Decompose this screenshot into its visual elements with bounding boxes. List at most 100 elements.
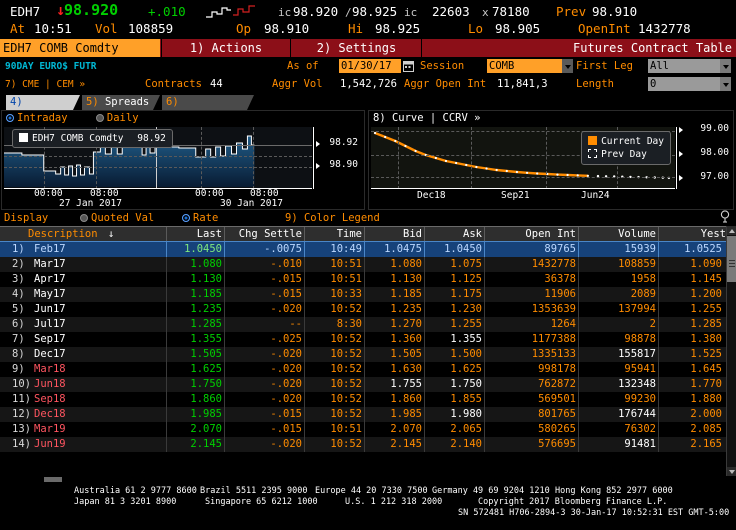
rate-label[interactable]: Rate: [193, 212, 218, 224]
scrollbar-thumb[interactable]: [727, 236, 736, 282]
column-divider: [224, 422, 225, 437]
quoted-val-radio[interactable]: [80, 213, 88, 222]
column-divider: [224, 377, 225, 392]
intraday-label[interactable]: Intraday: [17, 112, 68, 124]
tab-spreads[interactable]: 5) Spreads: [82, 95, 160, 110]
cell-description[interactable]: Feb17: [34, 242, 66, 257]
cell-description[interactable]: Dec18: [34, 407, 66, 422]
length-chevron-down-icon[interactable]: [720, 77, 731, 91]
col-header-yest-settle[interactable]: Yest Settle: [660, 227, 726, 255]
cell-bid: 1.630: [390, 363, 422, 375]
column-divider: [364, 377, 365, 392]
cell-description[interactable]: Sep18: [34, 392, 66, 407]
table-row[interactable]: 13) Mar19 2.070 -.015 10:51 2.070 2.065 580265 7…: [0, 422, 736, 437]
session-select[interactable]: COMB: [487, 59, 562, 73]
exchange-link[interactable]: 7) CME | CEM »: [5, 77, 85, 92]
quoted-val-label[interactable]: Quoted Val: [91, 212, 154, 224]
curve-title-row[interactable]: 8) Curve | CCRV »: [369, 111, 733, 125]
column-divider: [578, 302, 579, 317]
magnifier-icon[interactable]: [720, 210, 732, 223]
horizontal-scrollbar[interactable]: [0, 476, 736, 483]
cell-description[interactable]: May17: [34, 287, 66, 302]
calendar-icon[interactable]: [403, 59, 414, 73]
table-row[interactable]: 12) Dec18 1.985 -.015 10:52 1.985 1.980 801765 1…: [0, 407, 736, 422]
first-leg-select[interactable]: All: [648, 59, 720, 73]
actions-button[interactable]: 1) Actions: [161, 39, 291, 57]
table-row[interactable]: 11) Sep18 1.860 -.020 10:52 1.860 1.855 569501 9…: [0, 392, 736, 407]
cell-description[interactable]: Mar19: [34, 422, 66, 437]
table-row[interactable]: 6) Jul17 1.285 -- 8:30 1.270 1.255 1264 2 1.285: [0, 317, 736, 332]
intraday-radio[interactable]: [6, 113, 14, 122]
cell-description[interactable]: Apr17: [34, 272, 66, 287]
table-row[interactable]: 10) Jun18 1.750 -.020 10:52 1.755 1.750 762872 1…: [0, 377, 736, 392]
rate-radio[interactable]: [182, 213, 190, 222]
cell-description[interactable]: Mar17: [34, 257, 66, 272]
futures-contract-table: Description ↓ Last Chg Settle Time Bid A…: [0, 226, 736, 476]
session-chevron-down-icon[interactable]: [562, 59, 573, 73]
daily-radio[interactable]: [95, 113, 104, 122]
col-header-bid[interactable]: Bid: [366, 227, 422, 242]
cell-bid: 1.130: [390, 273, 422, 285]
table-row[interactable]: 9) Mar18 1.625 -.020 10:52 1.630 1.625 998178 95…: [0, 362, 736, 377]
table-row[interactable]: 7) Sep17 1.355 -.025 10:52 1.360 1.355 1177388 9…: [0, 332, 736, 347]
table-row[interactable]: 2) Mar17 1.080 -.010 10:51 1.080 1.075 1432778 1…: [0, 257, 736, 272]
cell-description[interactable]: Sep17: [34, 332, 66, 347]
first-leg-chevron-down-icon[interactable]: [720, 59, 731, 73]
cell-description[interactable]: Jul17: [34, 317, 66, 332]
col-header-open-int[interactable]: Open Int: [486, 227, 576, 242]
daily-label[interactable]: Daily: [107, 112, 139, 124]
footer-australia: Australia 61 2 9777 8600: [74, 486, 197, 496]
column-divider: [578, 257, 579, 272]
cell-oi: 1177388: [531, 333, 576, 345]
column-divider: [224, 437, 225, 452]
curve-title[interactable]: 8) Curve | CCRV »: [373, 112, 480, 124]
col-header-time[interactable]: Time: [306, 227, 362, 242]
col-header-volume[interactable]: Volume: [580, 227, 656, 242]
cell-description[interactable]: Jun18: [34, 377, 66, 392]
tab-bar: 4) Futures 5) Spreads 6) Strategies: [0, 95, 736, 110]
cell-description[interactable]: Jun17: [34, 302, 66, 317]
scroll-up-icon[interactable]: [727, 226, 736, 235]
color-legend-link[interactable]: 9) Color Legend: [285, 210, 380, 226]
row-number: 11): [12, 393, 31, 405]
hscrollbar-thumb[interactable]: [44, 477, 62, 482]
cell-oi: 1353639: [531, 303, 576, 315]
cell-ask: 1.855: [450, 393, 482, 405]
ticker-input[interactable]: EDH7 COMB Comdty: [0, 39, 160, 57]
display-label: Display: [4, 212, 49, 224]
table-row[interactable]: 3) Apr17 1.130 -.015 10:51 1.130 1.125 36378 195…: [0, 272, 736, 287]
cell-description[interactable]: Jun19: [34, 437, 66, 452]
settings-button[interactable]: 2) Settings: [292, 39, 422, 57]
sort-descending-icon[interactable]: ↓: [108, 227, 114, 242]
tab-strategies[interactable]: 6) Strategies: [162, 95, 254, 110]
col-header-ask[interactable]: Ask: [426, 227, 482, 242]
col-header-chg-settle[interactable]: Chg Settle: [226, 227, 302, 242]
table-row[interactable]: 4) May17 1.185 -.015 10:33 1.185 1.175 11906 208…: [0, 287, 736, 302]
quoted-val-option[interactable]: Quoted Val: [76, 210, 154, 226]
cell-oi: 1432778: [531, 258, 576, 270]
cell-oi: 36378: [544, 273, 576, 285]
column-divider: [578, 287, 579, 302]
table-row[interactable]: 14) Jun19 2.145 -.020 10:52 2.145 2.140 576695 9…: [0, 437, 736, 452]
length-input[interactable]: 0: [648, 77, 720, 91]
cell-description[interactable]: Mar18: [34, 362, 66, 377]
col-header-description[interactable]: Description: [28, 227, 98, 242]
as-of-input[interactable]: 01/30/17: [339, 59, 401, 73]
cell-bid: 1.755: [390, 378, 422, 390]
cell-yest: 1.200: [690, 288, 722, 300]
rate-option[interactable]: Rate: [178, 210, 218, 226]
table-row[interactable]: 8) Dec17 1.505 -.020 10:52 1.505 1.500 1335133 1…: [0, 347, 736, 362]
cell-vol: 15939: [624, 243, 656, 255]
curve-chart-panel[interactable]: 8) Curve | CCRV » 99.00 98.00 97.00 Dec1…: [368, 110, 734, 210]
table-row[interactable]: 5) Jun17 1.235 -.020 10:52 1.235 1.230 1353639 1…: [0, 302, 736, 317]
column-divider: [424, 407, 425, 422]
column-divider: [224, 272, 225, 287]
table-row[interactable]: 1) Feb17 1.0450 -.0075 10:49 1.0475 1.0450 8976…: [0, 242, 736, 257]
col-header-last[interactable]: Last: [168, 227, 222, 242]
cell-description[interactable]: Dec17: [34, 347, 66, 362]
column-divider: [658, 287, 659, 302]
vertical-scrollbar[interactable]: [726, 226, 736, 476]
intraday-chart-panel[interactable]: Intraday Daily 98.92 98.90 00:00 08:00 0…: [1, 110, 365, 210]
tab-futures[interactable]: 4) Futures: [6, 95, 80, 110]
scroll-down-icon[interactable]: [727, 467, 736, 476]
